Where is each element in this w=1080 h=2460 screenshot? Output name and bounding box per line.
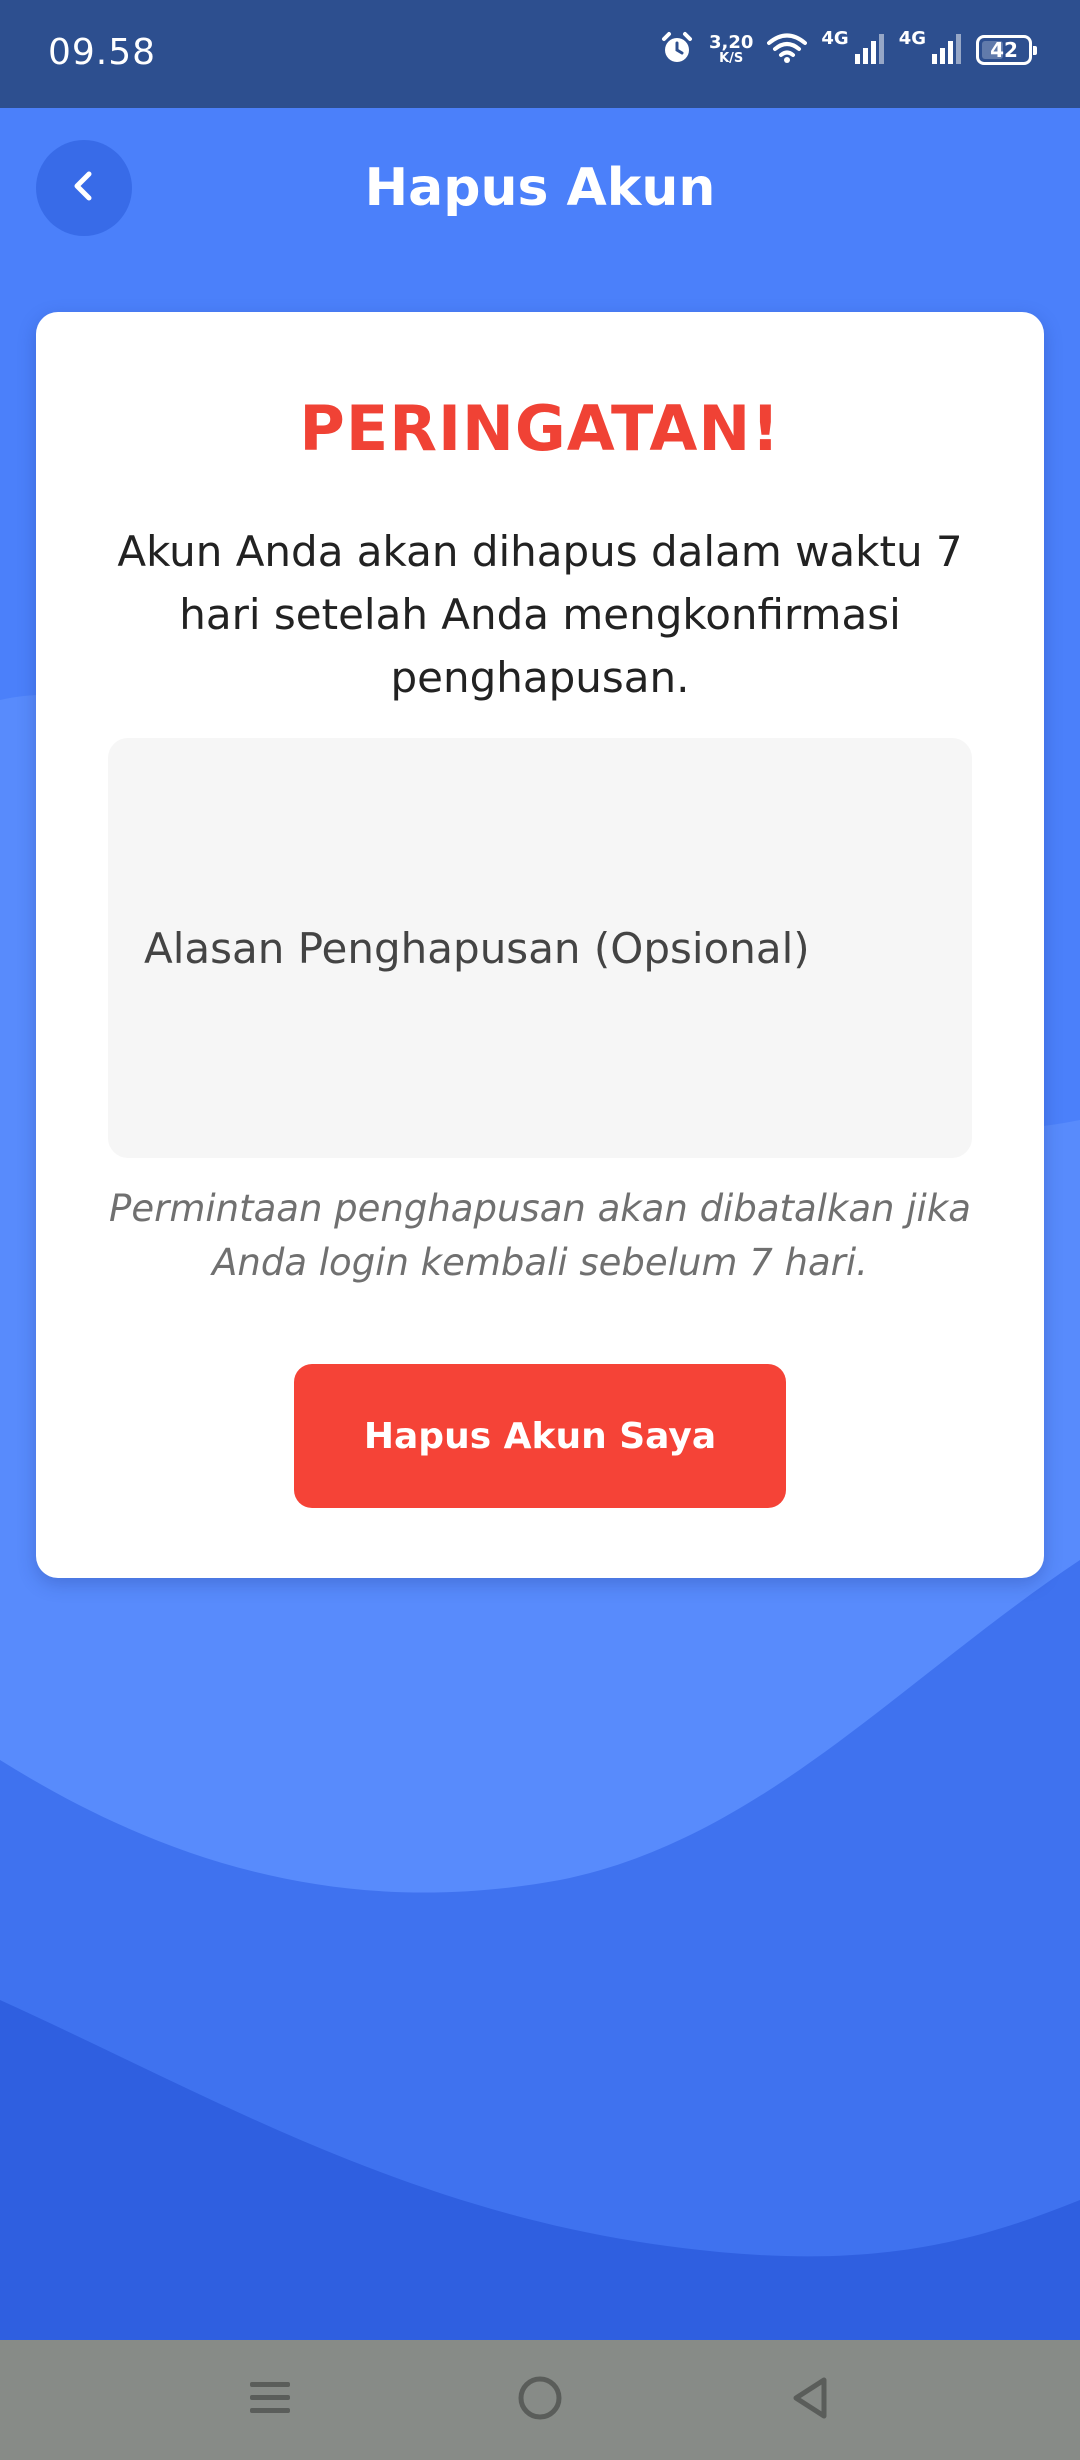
wifi-icon	[767, 32, 808, 68]
battery-level: 42	[990, 38, 1018, 62]
warning-title: PERINGATAN!	[299, 392, 781, 465]
delete-account-button[interactable]: Hapus Akun Saya	[294, 1364, 786, 1508]
status-time: 09.58	[48, 32, 157, 73]
nav-home-button[interactable]	[510, 2370, 570, 2430]
cancellation-note: Permintaan penghapusan akan dibatalkan j…	[109, 1187, 971, 1284]
network-speed-unit: K/S	[719, 51, 744, 66]
signal-2-icon	[932, 32, 962, 68]
network-speed: 3,20 K/S	[709, 34, 753, 66]
delete-account-card: PERINGATAN! Akun Anda akan dihapus dalam…	[36, 312, 1044, 1578]
status-bar: 09.58 3,20 K/S 4G 4G 42	[0, 0, 1080, 108]
nav-menu-button[interactable]	[240, 2370, 300, 2430]
battery-icon: 42	[976, 35, 1037, 65]
signal-2-label: 4G	[898, 27, 926, 49]
nav-back-button[interactable]	[780, 2370, 840, 2430]
warning-text: Akun Anda akan dihapus dalam waktu 7 har…	[117, 527, 963, 702]
app-header: Hapus Akun	[0, 108, 1080, 278]
signal-1-icon	[854, 32, 885, 68]
deletion-reason-input[interactable]	[108, 738, 972, 1158]
system-nav-bar	[0, 2340, 1080, 2460]
alarm-icon	[659, 30, 695, 70]
home-circle-icon	[516, 2374, 564, 2426]
signal-1-label: 4G	[821, 27, 849, 49]
menu-icon	[248, 2376, 292, 2424]
network-speed-value: 3,20	[708, 32, 754, 53]
page-title: Hapus Akun	[364, 158, 716, 218]
status-icons: 3,20 K/S 4G 4G 42	[659, 27, 1037, 70]
back-triangle-icon	[788, 2374, 832, 2426]
